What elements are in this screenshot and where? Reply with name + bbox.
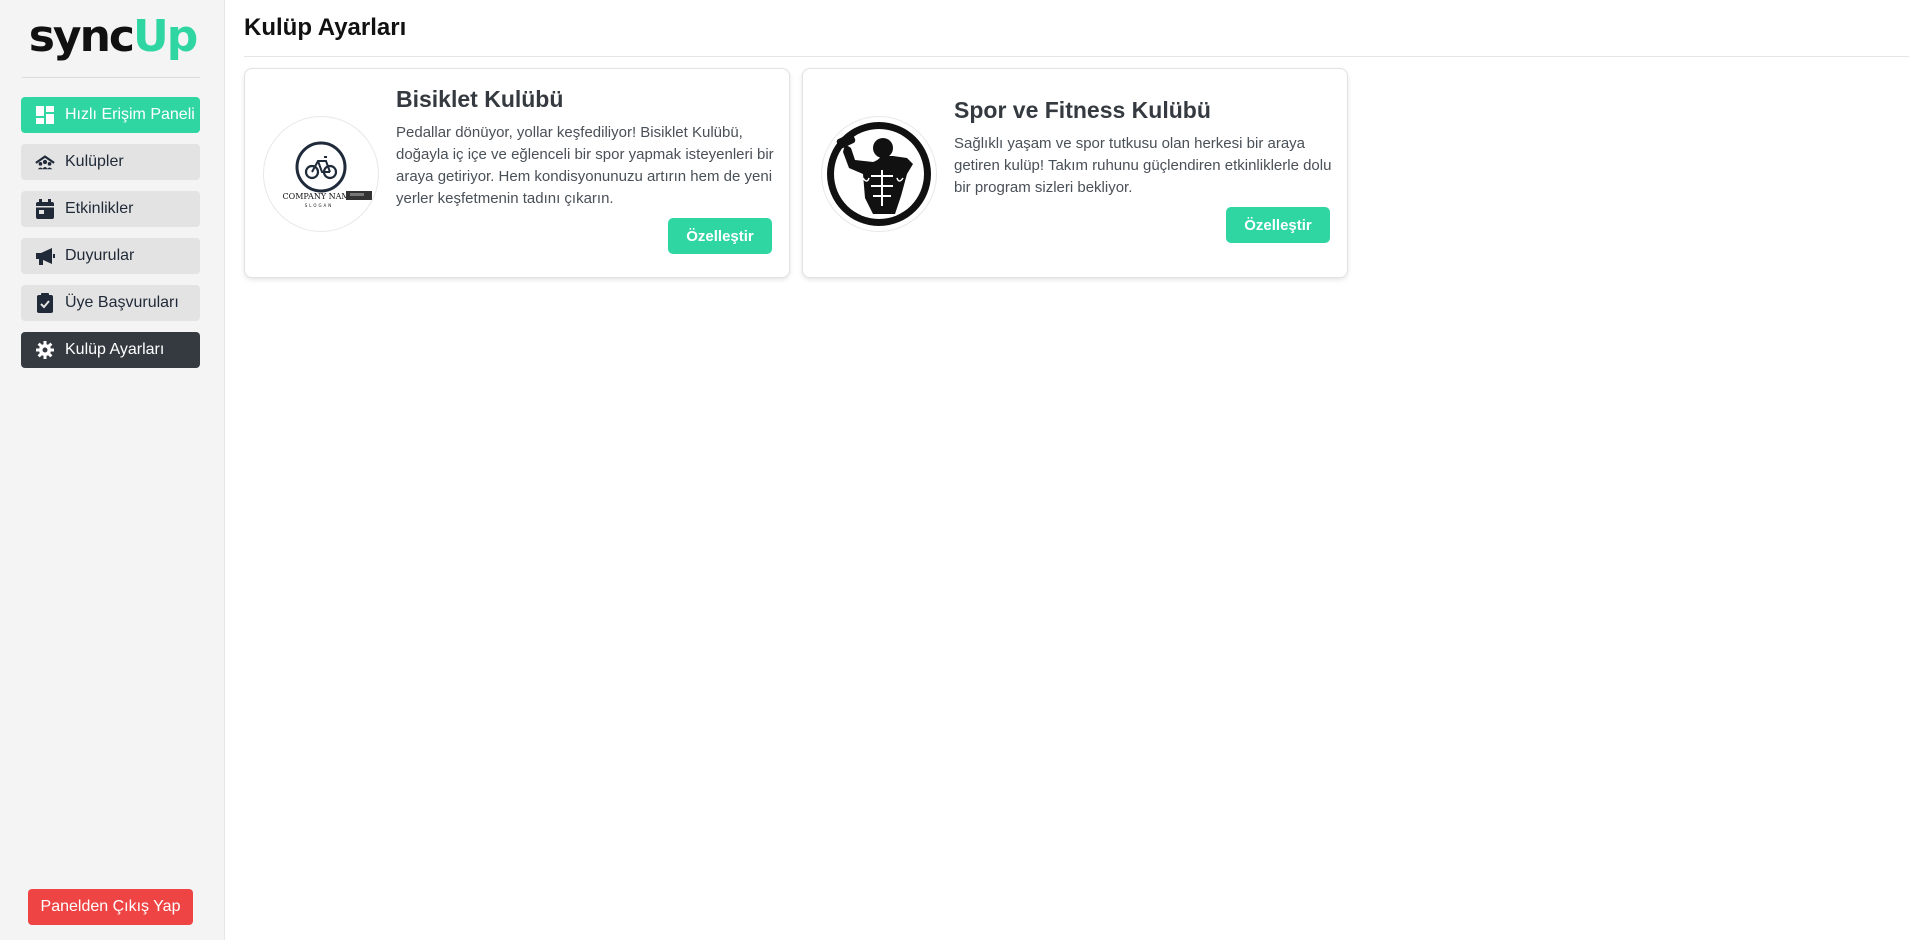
sidebar-item-club-settings[interactable]: Kulüp Ayarları <box>21 332 200 368</box>
club-icon <box>35 152 55 172</box>
club-card-title: Bisiklet Kulübü <box>396 86 564 112</box>
megaphone-icon <box>35 246 55 266</box>
fitness-logo-icon <box>827 122 931 226</box>
sidebar-item-events[interactable]: Etkinlikler <box>21 191 200 227</box>
logout-button[interactable]: Panelden Çıkış Yap <box>28 889 193 925</box>
logo-up-text: Up <box>133 11 198 62</box>
sidebar-item-label: Etkinlikler <box>65 200 134 217</box>
gear-icon <box>35 340 55 360</box>
svg-text:COMPANY NAME: COMPANY NAME <box>283 192 356 201</box>
sidebar-item-label: Duyurular <box>65 247 135 264</box>
sidebar-item-label: Hızlı Erişim Paneli <box>65 106 195 123</box>
customize-button[interactable]: Özelleştir <box>668 218 772 254</box>
club-logo-fitness <box>821 116 937 232</box>
club-card-fitness: Spor ve Fitness Kulübü Sağlıklı yaşam ve… <box>802 68 1348 278</box>
dashboard-icon <box>35 105 55 125</box>
bicycle-logo-icon: COMPANY NAME SLOGAN <box>283 141 372 208</box>
title-divider <box>244 56 1909 57</box>
sidebar-item-clubs[interactable]: Kulüpler <box>21 144 200 180</box>
clipboard-check-icon <box>35 293 55 313</box>
club-card-description: Sağlıklı yaşam ve spor tutkusu olan herk… <box>954 135 1332 196</box>
sidebar-item-label: Üye Başvuruları <box>65 294 179 311</box>
app-logo[interactable]: syncUp <box>0 12 225 62</box>
logo-sync-text: sync <box>28 11 135 62</box>
logo-divider <box>22 77 200 78</box>
customize-button[interactable]: Özelleştir <box>1226 207 1330 243</box>
svg-text:SLOGAN: SLOGAN <box>305 203 334 208</box>
sidebar-nav: Hızlı Erişim Paneli Kulüpler Etkinlikler… <box>21 97 200 379</box>
page-title: Kulüp Ayarları <box>244 14 407 41</box>
sidebar-item-member-applications[interactable]: Üye Başvuruları <box>21 285 200 321</box>
calendar-icon <box>35 199 55 219</box>
sidebar-item-announcements[interactable]: Duyurular <box>21 238 200 274</box>
sidebar-item-quick-access[interactable]: Hızlı Erişim Paneli <box>21 97 200 133</box>
sidebar: syncUp Hızlı Erişim Paneli Kulüpler Etki… <box>0 0 225 940</box>
sidebar-item-label: Kulüp Ayarları <box>65 341 165 358</box>
club-card-description: Pedallar dönüyor, yollar keşfediliyor! B… <box>396 124 774 207</box>
sidebar-item-label: Kulüpler <box>65 153 124 170</box>
club-card-bicycle: COMPANY NAME SLOGAN Bisiklet Kulübü Peda… <box>244 68 790 278</box>
club-logo-bicycle: COMPANY NAME SLOGAN <box>263 116 379 232</box>
club-card-title: Spor ve Fitness Kulübü <box>954 97 1211 123</box>
